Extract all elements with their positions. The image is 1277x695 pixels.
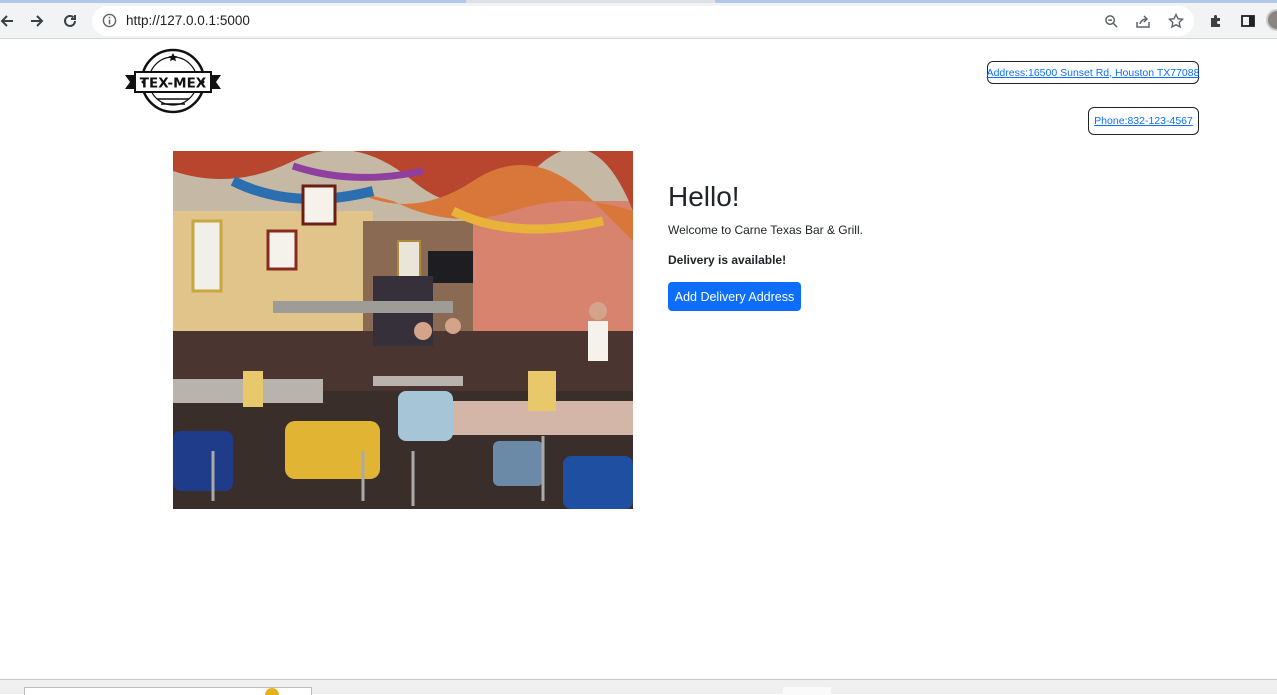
side-panel-icon[interactable] (1233, 6, 1263, 36)
restaurant-interior-photo (173, 151, 633, 509)
reload-icon[interactable] (55, 6, 85, 36)
page-body: TEX-MEX Address:16500 Sunset Rd, Houston… (0, 40, 1277, 679)
zoom-icon[interactable] (1101, 11, 1121, 31)
add-delivery-address-button[interactable]: Add Delivery Address (668, 282, 801, 311)
hero-section: Hello! Welcome to Carne Texas Bar & Gril… (668, 180, 863, 311)
page-heading: Hello! (668, 181, 740, 212)
share-icon[interactable] (1133, 11, 1153, 31)
address-bar[interactable]: http://127.0.0.1:5000 (92, 6, 1194, 36)
extensions-icon[interactable] (1201, 6, 1231, 36)
browser-chrome: http://127.0.0.1:5000 (0, 0, 1277, 39)
address-link[interactable]: Address:16500 Sunset Rd, Houston TX77088 (987, 61, 1199, 84)
taskbar (0, 679, 1277, 695)
back-icon[interactable] (0, 6, 22, 36)
tex-mex-logo: TEX-MEX (123, 47, 223, 115)
profile-avatar[interactable] (1266, 9, 1277, 31)
logo-text: TEX-MEX (140, 76, 207, 92)
bookmark-star-icon[interactable] (1166, 11, 1186, 31)
browser-toolbar: http://127.0.0.1:5000 (0, 3, 1277, 39)
delivery-notice: Delivery is available! (668, 253, 787, 267)
info-icon[interactable] (102, 13, 117, 33)
welcome-text: Welcome to Carne Texas Bar & Grill. (668, 223, 863, 237)
url-text[interactable]: http://127.0.0.1:5000 (126, 13, 250, 28)
phone-link[interactable]: Phone:832-123-4567 (1088, 107, 1199, 135)
forward-icon[interactable] (22, 6, 52, 36)
